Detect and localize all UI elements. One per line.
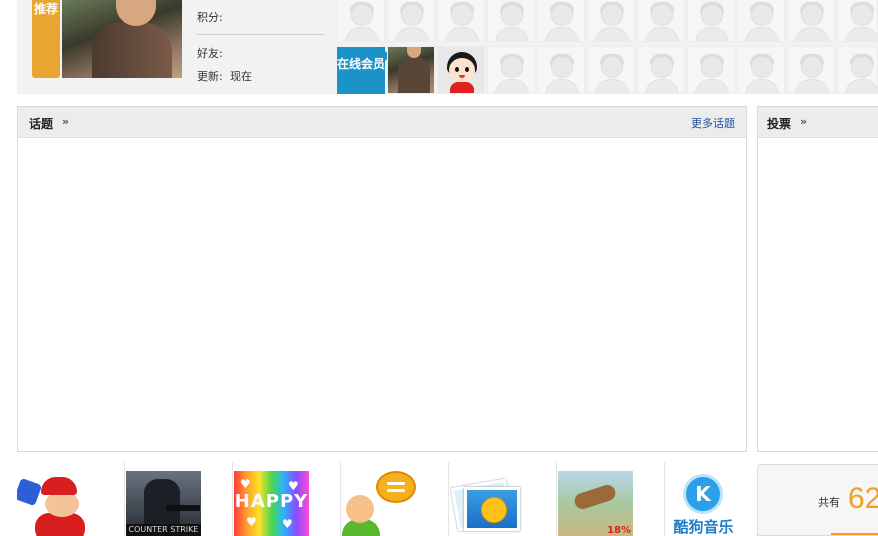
- topics-panel-header: 话题 » 更多话题: [18, 107, 746, 138]
- member-avatar[interactable]: [437, 46, 485, 94]
- accent-bar: [831, 533, 878, 535]
- counter-strike-icon[interactable]: COUNTER STRIKE: [126, 471, 201, 536]
- member-avatar[interactable]: [787, 46, 835, 94]
- member-avatar-grid: 在线会员: [337, 0, 878, 94]
- double-chevron-right-icon[interactable]: »: [800, 115, 807, 128]
- member-avatar[interactable]: [637, 46, 685, 94]
- update-label: 更新:: [197, 70, 223, 83]
- member-avatar[interactable]: [837, 46, 878, 94]
- member-avatar[interactable]: [537, 46, 585, 94]
- member-avatar[interactable]: [437, 0, 485, 42]
- poll-title: 投票: [767, 117, 792, 131]
- member-avatar[interactable]: [637, 0, 685, 42]
- app-item-deer[interactable]: 18%: [557, 462, 665, 536]
- chat-icon[interactable]: [342, 471, 417, 536]
- app-strip: COUNTER STRIKE ♥ ♥ ♥ ♥ HAPPY 18% K 酷狗音乐: [17, 462, 755, 536]
- poll-panel: 投票 »: [757, 106, 878, 452]
- total-count-box: 共有 62: [757, 464, 878, 536]
- app-item-mario[interactable]: [17, 462, 125, 536]
- total-count: 62: [848, 482, 878, 515]
- mario-game-icon[interactable]: [17, 471, 92, 536]
- member-avatar[interactable]: [687, 0, 735, 42]
- divider: [197, 34, 325, 35]
- member-avatar[interactable]: [587, 0, 635, 42]
- member-avatar[interactable]: [487, 0, 535, 42]
- app-item-chat[interactable]: [341, 462, 449, 536]
- topics-panel: 话题 » 更多话题: [17, 106, 747, 452]
- member-avatar[interactable]: [337, 0, 385, 42]
- kugou-music-icon[interactable]: K 酷狗音乐: [666, 471, 741, 536]
- member-avatar[interactable]: [387, 0, 435, 42]
- member-avatar[interactable]: [737, 0, 785, 42]
- double-chevron-right-icon[interactable]: »: [62, 115, 69, 128]
- photo-album-icon[interactable]: [450, 471, 525, 536]
- total-label: 共有: [818, 496, 840, 509]
- member-avatar[interactable]: [787, 0, 835, 42]
- member-info: 积分: 好友: 更新: 现在: [197, 0, 325, 94]
- recommend-tag: 推荐: [32, 0, 60, 78]
- update-value: 现在: [230, 70, 252, 83]
- more-topics-link[interactable]: 更多话题: [691, 115, 735, 131]
- member-avatar[interactable]: [837, 0, 878, 42]
- member-avatar[interactable]: [737, 46, 785, 94]
- member-avatar[interactable]: [587, 46, 635, 94]
- online-members-badge: 在线会员: [337, 47, 391, 94]
- friends-label: 好友:: [197, 47, 223, 60]
- member-avatar[interactable]: [387, 46, 435, 94]
- app-item-happy[interactable]: ♥ ♥ ♥ ♥ HAPPY: [233, 462, 341, 536]
- app-item-photo[interactable]: [449, 462, 557, 536]
- app-item-counter-strike[interactable]: COUNTER STRIKE: [125, 462, 233, 536]
- member-avatar[interactable]: [537, 0, 585, 42]
- member-avatar[interactable]: [687, 46, 735, 94]
- featured-member-photo[interactable]: [62, 0, 182, 78]
- deer-game-icon[interactable]: 18%: [558, 471, 633, 536]
- points-label: 积分:: [197, 11, 223, 24]
- topics-title: 话题: [29, 117, 54, 131]
- happy-icon[interactable]: ♥ ♥ ♥ ♥ HAPPY: [234, 471, 309, 536]
- member-avatar[interactable]: [487, 46, 535, 94]
- poll-panel-header: 投票 »: [758, 107, 878, 138]
